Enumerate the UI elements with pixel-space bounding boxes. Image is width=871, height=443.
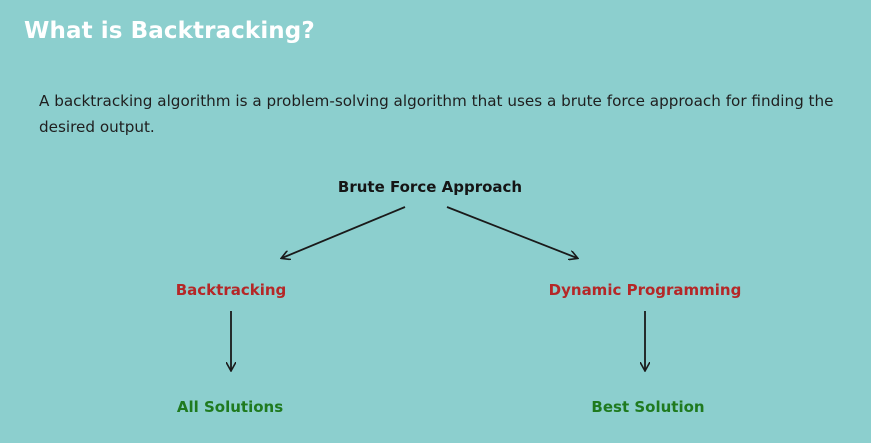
node-all-solutions: All Solutions <box>176 398 284 416</box>
node-backtracking: Backtracking <box>175 281 287 299</box>
diagram-arrows <box>0 206 871 443</box>
node-dynamic-programming: Dynamic Programming <box>548 281 742 299</box>
node-brute-force-approach: Brute Force Approach <box>337 178 523 196</box>
arrow-root-to-dynamic-programming <box>446 206 577 258</box>
node-best-solution: Best Solution <box>591 398 705 416</box>
arrow-root-to-backtracking <box>282 206 406 258</box>
